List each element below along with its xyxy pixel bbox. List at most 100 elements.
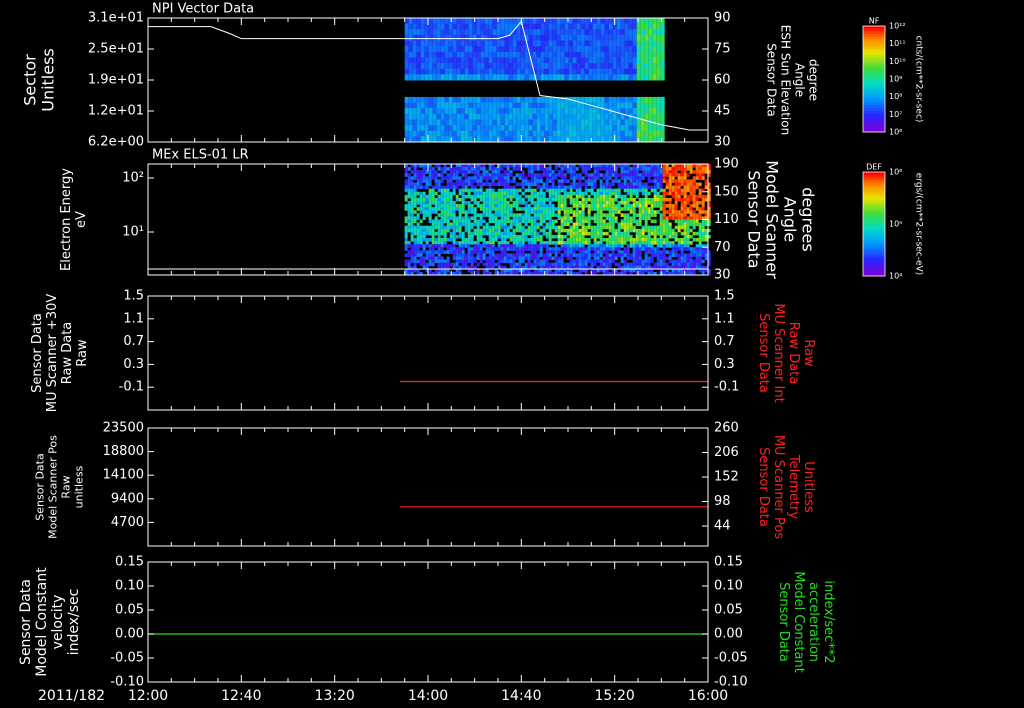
heatmap-cell — [455, 204, 459, 208]
heatmap-cell — [674, 182, 678, 187]
heatmap-cell — [503, 179, 507, 183]
heatmap-cell — [404, 51, 409, 58]
heatmap-cell — [605, 197, 609, 202]
heatmap-cell — [440, 210, 444, 214]
heatmap-cell — [588, 108, 593, 115]
heatmap-cell — [494, 253, 498, 257]
heatmap-cell — [638, 216, 642, 220]
heatmap-cell — [644, 207, 648, 211]
heatmap-cell — [432, 68, 437, 75]
heatmap-cell — [659, 238, 663, 242]
heatmap-cell — [530, 228, 534, 233]
heatmap-cell — [656, 194, 660, 199]
heatmap-cell — [455, 228, 459, 233]
heatmap-cell — [528, 96, 533, 104]
heatmap-cell — [584, 256, 588, 261]
heatmap-cell — [578, 194, 582, 199]
heatmap-cell — [410, 244, 414, 248]
heatmap-cell — [503, 253, 507, 257]
heatmap-cell — [419, 170, 423, 174]
heatmap-cell — [584, 51, 589, 58]
heatmap-cell — [576, 23, 581, 30]
heatmap-cell — [512, 130, 517, 137]
heatmap-cell — [632, 238, 636, 242]
heatmap-cell — [413, 238, 417, 242]
heatmap-cell — [648, 57, 653, 64]
heatmap-cell — [488, 46, 493, 53]
heatmap-cell — [491, 216, 495, 220]
heatmap-cell — [617, 238, 621, 242]
heatmap-cell — [544, 57, 549, 64]
heatmap-cell — [412, 40, 417, 47]
heatmap-cell — [460, 119, 465, 126]
heatmap-cell — [458, 250, 462, 254]
heatmap-cell — [566, 250, 570, 254]
heatmap-cell — [588, 125, 593, 132]
heatmap-cell — [527, 204, 531, 208]
heatmap-cell — [479, 256, 483, 261]
heatmap-cell — [624, 23, 629, 30]
heatmap-cell — [695, 213, 699, 217]
heatmap-cell — [587, 173, 591, 177]
heatmap-cell — [455, 222, 459, 227]
heatmap-cell — [452, 185, 456, 190]
heatmap-cell — [701, 197, 705, 202]
heatmap-cell — [419, 256, 423, 261]
heatmap-cell — [572, 113, 577, 120]
heatmap-cell — [491, 204, 495, 208]
heatmap-cell — [641, 201, 645, 205]
heatmap-cell — [492, 51, 497, 58]
heatmap-cell — [652, 34, 657, 42]
heatmap-cell — [456, 74, 461, 81]
heatmap-cell — [485, 207, 489, 211]
heatmap-cell — [408, 130, 413, 137]
heatmap-cell — [605, 185, 609, 190]
heatmap-cell — [518, 262, 522, 267]
heatmap-cell — [413, 256, 417, 261]
heatmap-cell — [404, 18, 409, 25]
heatmap-cell — [410, 247, 414, 251]
heatmap-cell — [647, 262, 651, 267]
heatmap-cell — [668, 201, 672, 205]
right-y-tick-label: -0.1 — [714, 380, 739, 395]
heatmap-cell — [617, 247, 621, 251]
heatmap-cell — [504, 51, 509, 58]
heatmap-cell — [580, 51, 585, 58]
heatmap-cell — [629, 185, 633, 190]
heatmap-cell — [611, 253, 615, 257]
heatmap-cell — [476, 108, 481, 115]
panel-4-ylabel: Model Scanner Pos — [47, 435, 60, 539]
heatmap-cell — [485, 179, 489, 183]
panel-5-ylabel: Sensor Data — [18, 579, 34, 665]
heatmap-cell — [470, 253, 474, 257]
heatmap-cell — [668, 207, 672, 211]
heatmap-cell — [596, 51, 601, 58]
heatmap-cell — [476, 219, 480, 224]
heatmap-cell — [530, 256, 534, 261]
heatmap-cell — [660, 125, 665, 132]
heatmap-cell — [419, 262, 423, 267]
heatmap-cell — [461, 164, 465, 168]
heatmap-cell — [650, 204, 654, 208]
heatmap-cell — [548, 74, 553, 81]
heatmap-cell — [569, 231, 573, 236]
heatmap-cell — [512, 119, 517, 126]
heatmap-cell — [422, 176, 426, 180]
heatmap-cell — [584, 179, 588, 183]
heatmap-cell — [419, 219, 423, 224]
heatmap-cell — [458, 247, 462, 251]
heatmap-cell — [473, 170, 477, 174]
heatmap-cell — [648, 46, 653, 53]
heatmap-cell — [563, 222, 567, 227]
heatmap-cell — [452, 68, 457, 75]
heatmap-cell — [575, 225, 579, 230]
heatmap-cell — [440, 68, 445, 75]
heatmap-cell — [545, 182, 549, 187]
heatmap-cell — [680, 213, 684, 217]
heatmap-cell — [521, 256, 525, 261]
heatmap-cell — [484, 125, 489, 132]
heatmap-cell — [623, 173, 627, 177]
heatmap-cell — [413, 216, 417, 220]
heatmap-cell — [551, 225, 555, 230]
heatmap-cell — [656, 173, 660, 177]
